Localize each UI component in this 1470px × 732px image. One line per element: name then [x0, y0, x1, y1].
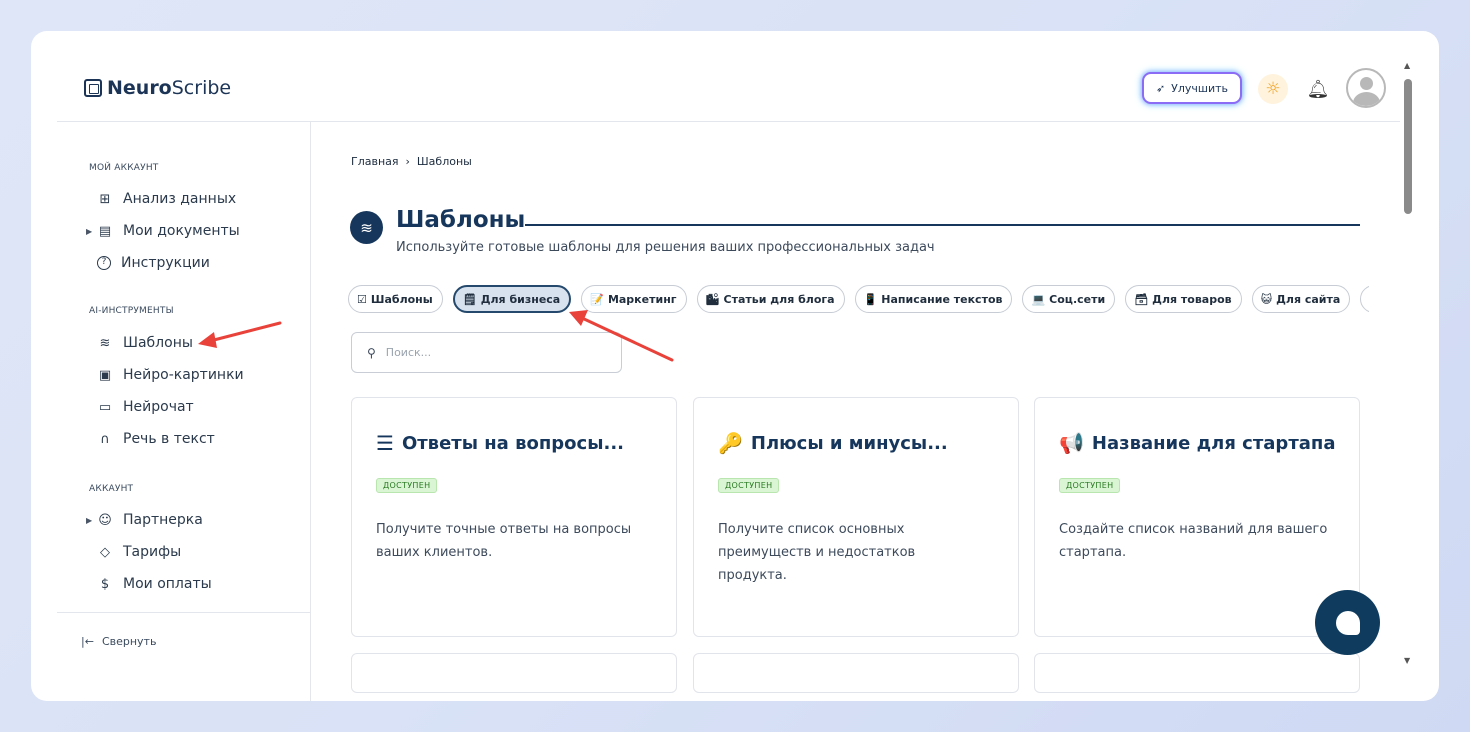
arrow-to-business-chip	[569, 310, 674, 362]
annotation-arrows	[198, 310, 674, 362]
arrow-to-templates	[198, 321, 282, 348]
